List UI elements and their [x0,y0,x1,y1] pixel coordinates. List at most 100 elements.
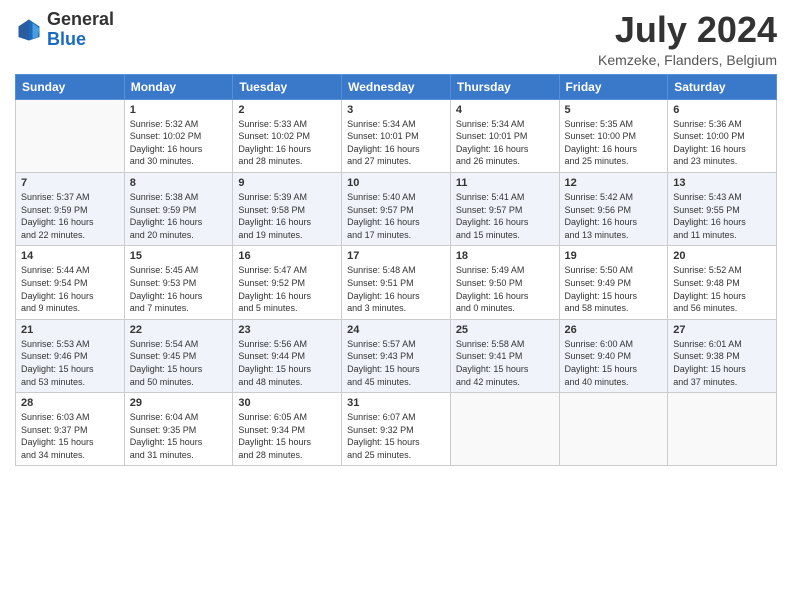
calendar-cell: 29 Sunrise: 6:04 AMSunset: 9:35 PMDayligh… [124,393,233,466]
day-number: 4 [456,104,554,116]
day-number: 31 [347,397,445,409]
day-number: 12 [565,177,663,189]
logo-blue: Blue [47,29,86,49]
day-number: 3 [347,104,445,116]
weekday-header-tuesday: Tuesday [233,74,342,99]
calendar-cell: 23 Sunrise: 5:56 AMSunset: 9:44 PMDayligh… [233,319,342,392]
calendar-cell: 26 Sunrise: 6:00 AMSunset: 9:40 PMDayligh… [559,319,668,392]
header: General Blue July 2024 Kemzeke, Flanders… [15,10,777,68]
day-number: 14 [21,250,119,262]
day-info: Sunrise: 5:34 AMSunset: 10:01 PMDaylight… [347,118,445,168]
calendar-table: SundayMondayTuesdayWednesdayThursdayFrid… [15,74,777,467]
calendar-cell: 17 Sunrise: 5:48 AMSunset: 9:51 PMDayligh… [342,246,451,319]
calendar-cell: 13 Sunrise: 5:43 AMSunset: 9:55 PMDayligh… [668,172,777,245]
day-number: 28 [21,397,119,409]
calendar-cell: 30 Sunrise: 6:05 AMSunset: 9:34 PMDayligh… [233,393,342,466]
day-number: 27 [673,324,771,336]
calendar-cell [559,393,668,466]
calendar-cell: 5 Sunrise: 5:35 AMSunset: 10:00 PMDayligh… [559,99,668,172]
calendar-cell: 15 Sunrise: 5:45 AMSunset: 9:53 PMDayligh… [124,246,233,319]
day-number: 29 [130,397,228,409]
week-row-2: 7Sunrise: 5:37 AMSunset: 9:59 PMDaylight… [16,172,777,245]
day-info: Sunrise: 5:56 AMSunset: 9:44 PMDaylight:… [238,338,336,388]
day-number: 26 [565,324,663,336]
logo-general: General [47,9,114,29]
day-info: Sunrise: 5:45 AMSunset: 9:53 PMDaylight:… [130,264,228,314]
weekday-header-row: SundayMondayTuesdayWednesdayThursdayFrid… [16,74,777,99]
day-number: 9 [238,177,336,189]
calendar-cell: 18 Sunrise: 5:49 AMSunset: 9:50 PMDayligh… [450,246,559,319]
day-info: Sunrise: 5:37 AMSunset: 9:59 PMDaylight:… [21,191,119,241]
day-info: Sunrise: 5:35 AMSunset: 10:00 PMDaylight… [565,118,663,168]
day-info: Sunrise: 5:40 AMSunset: 9:57 PMDaylight:… [347,191,445,241]
day-info: Sunrise: 6:07 AMSunset: 9:32 PMDaylight:… [347,411,445,461]
day-number: 19 [565,250,663,262]
day-info: Sunrise: 5:39 AMSunset: 9:58 PMDaylight:… [238,191,336,241]
weekday-header-wednesday: Wednesday [342,74,451,99]
day-info: Sunrise: 5:38 AMSunset: 9:59 PMDaylight:… [130,191,228,241]
calendar-cell [668,393,777,466]
day-number: 16 [238,250,336,262]
day-number: 15 [130,250,228,262]
day-number: 23 [238,324,336,336]
day-number: 21 [21,324,119,336]
calendar-cell: 20Sunrise: 5:52 AMSunset: 9:48 PMDayligh… [668,246,777,319]
calendar-cell: 14 Sunrise: 5:44 AMSunset: 9:54 PMDayligh… [16,246,125,319]
day-info: Sunrise: 5:34 AMSunset: 10:01 PMDaylight… [456,118,554,168]
day-number: 20 [673,250,771,262]
day-info: Sunrise: 5:48 AMSunset: 9:51 PMDaylight:… [347,264,445,314]
calendar-cell: 12 Sunrise: 5:42 AMSunset: 9:56 PMDayligh… [559,172,668,245]
calendar-cell: 31 Sunrise: 6:07 AMSunset: 9:32 PMDayligh… [342,393,451,466]
day-info: Sunrise: 5:41 AMSunset: 9:57 PMDaylight:… [456,191,554,241]
day-info: Sunrise: 5:33 AMSunset: 10:02 PMDaylight… [238,118,336,168]
day-info: Sunrise: 5:32 AMSunset: 10:02 PMDaylight… [130,118,228,168]
day-info: Sunrise: 6:01 AMSunset: 9:38 PMDaylight:… [673,338,771,388]
day-number: 30 [238,397,336,409]
title-block: July 2024 Kemzeke, Flanders, Belgium [598,10,777,68]
day-info: Sunrise: 5:53 AMSunset: 9:46 PMDaylight:… [21,338,119,388]
weekday-header-friday: Friday [559,74,668,99]
day-info: Sunrise: 6:05 AMSunset: 9:34 PMDaylight:… [238,411,336,461]
day-number: 18 [456,250,554,262]
day-number: 25 [456,324,554,336]
calendar-cell: 4 Sunrise: 5:34 AMSunset: 10:01 PMDayligh… [450,99,559,172]
calendar-cell: 28 Sunrise: 6:03 AMSunset: 9:37 PMDayligh… [16,393,125,466]
week-row-4: 21 Sunrise: 5:53 AMSunset: 9:46 PMDayligh… [16,319,777,392]
day-number: 13 [673,177,771,189]
day-number: 17 [347,250,445,262]
day-info: Sunrise: 5:43 AMSunset: 9:55 PMDaylight:… [673,191,771,241]
calendar-cell: 16Sunrise: 5:47 AMSunset: 9:52 PMDayligh… [233,246,342,319]
calendar-cell [16,99,125,172]
calendar-cell: 27 Sunrise: 6:01 AMSunset: 9:38 PMDayligh… [668,319,777,392]
day-number: 2 [238,104,336,116]
day-number: 5 [565,104,663,116]
calendar-cell: 21 Sunrise: 5:53 AMSunset: 9:46 PMDayligh… [16,319,125,392]
calendar-cell: 6 Sunrise: 5:36 AMSunset: 10:00 PMDayligh… [668,99,777,172]
location: Kemzeke, Flanders, Belgium [598,52,777,68]
calendar-cell: 10 Sunrise: 5:40 AMSunset: 9:57 PMDayligh… [342,172,451,245]
calendar-cell: 19Sunrise: 5:50 AMSunset: 9:49 PMDayligh… [559,246,668,319]
day-info: Sunrise: 5:44 AMSunset: 9:54 PMDaylight:… [21,264,119,314]
week-row-5: 28 Sunrise: 6:03 AMSunset: 9:37 PMDayligh… [16,393,777,466]
month-year: July 2024 [598,10,777,50]
day-number: 8 [130,177,228,189]
day-info: Sunrise: 6:04 AMSunset: 9:35 PMDaylight:… [130,411,228,461]
day-number: 6 [673,104,771,116]
logo-icon [15,16,43,44]
day-number: 1 [130,104,228,116]
logo-text: General Blue [47,10,114,50]
calendar-cell: 8 Sunrise: 5:38 AMSunset: 9:59 PMDaylight… [124,172,233,245]
day-number: 11 [456,177,554,189]
calendar-cell: 11 Sunrise: 5:41 AMSunset: 9:57 PMDayligh… [450,172,559,245]
day-info: Sunrise: 5:49 AMSunset: 9:50 PMDaylight:… [456,264,554,314]
calendar-cell: 24Sunrise: 5:57 AMSunset: 9:43 PMDayligh… [342,319,451,392]
day-info: Sunrise: 5:58 AMSunset: 9:41 PMDaylight:… [456,338,554,388]
day-number: 10 [347,177,445,189]
day-info: Sunrise: 5:36 AMSunset: 10:00 PMDaylight… [673,118,771,168]
calendar-cell: 2 Sunrise: 5:33 AMSunset: 10:02 PMDayligh… [233,99,342,172]
day-info: Sunrise: 6:03 AMSunset: 9:37 PMDaylight:… [21,411,119,461]
week-row-1: 1 Sunrise: 5:32 AMSunset: 10:02 PMDayligh… [16,99,777,172]
day-info: Sunrise: 6:00 AMSunset: 9:40 PMDaylight:… [565,338,663,388]
weekday-header-thursday: Thursday [450,74,559,99]
day-info: Sunrise: 5:42 AMSunset: 9:56 PMDaylight:… [565,191,663,241]
